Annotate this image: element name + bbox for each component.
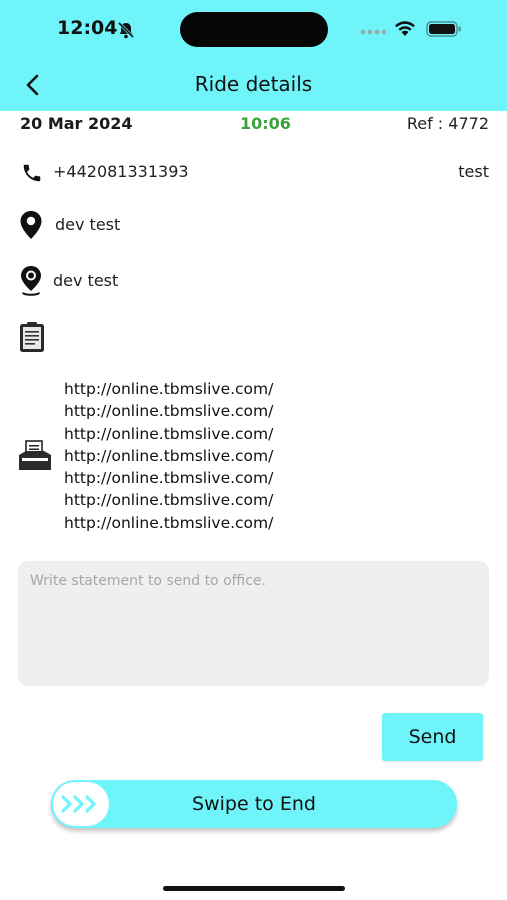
contact-phone[interactable]: +442081331393 (53, 162, 189, 181)
fax-inbox-icon (19, 440, 51, 470)
notes-url[interactable]: http://online.tbmslive.com/ (64, 467, 273, 489)
phone-icon[interactable] (21, 162, 43, 184)
page-title: Ride details (194, 72, 313, 96)
send-button[interactable]: Send (382, 713, 483, 761)
signal-dots-icon (360, 29, 386, 35)
notes-url[interactable]: http://online.tbmslive.com/ (64, 512, 273, 534)
notes-url[interactable]: http://online.tbmslive.com/ (64, 423, 273, 445)
notes-url[interactable]: http://online.tbmslive.com/ (64, 489, 273, 511)
destination-pin-icon (21, 266, 41, 296)
clipboard-icon (20, 322, 44, 352)
swipe-handle[interactable] (53, 782, 109, 826)
notes-url[interactable]: http://online.tbmslive.com/ (64, 445, 273, 467)
bell-muted-icon (117, 21, 135, 39)
app-header: 12:04 Ride details (0, 0, 507, 111)
ride-reference: Ref : 4772 (406, 114, 489, 133)
swipe-to-end-slider[interactable]: Swipe to End (51, 780, 457, 828)
wifi-icon (395, 21, 415, 36)
triple-chevron-right-icon (61, 795, 96, 813)
notes-url[interactable]: http://online.tbmslive.com/ (64, 378, 273, 400)
contact-name: test (458, 162, 489, 181)
pickup-address: dev test (55, 215, 121, 234)
status-bar-time: 12:04 (57, 17, 118, 39)
dynamic-island (180, 12, 328, 47)
statement-input[interactable] (18, 561, 489, 686)
battery-icon (426, 21, 461, 37)
ride-date: 20 Mar 2024 (20, 114, 133, 133)
notes-url[interactable]: http://online.tbmslive.com/ (64, 400, 273, 422)
location-pin-icon (20, 211, 42, 239)
dropoff-address: dev test (53, 271, 119, 290)
notes-url-list: http://online.tbmslive.com/ http://onlin… (64, 378, 273, 534)
swipe-label: Swipe to End (192, 793, 316, 815)
ride-time: 10:06 (240, 114, 291, 133)
home-indicator (163, 886, 345, 891)
